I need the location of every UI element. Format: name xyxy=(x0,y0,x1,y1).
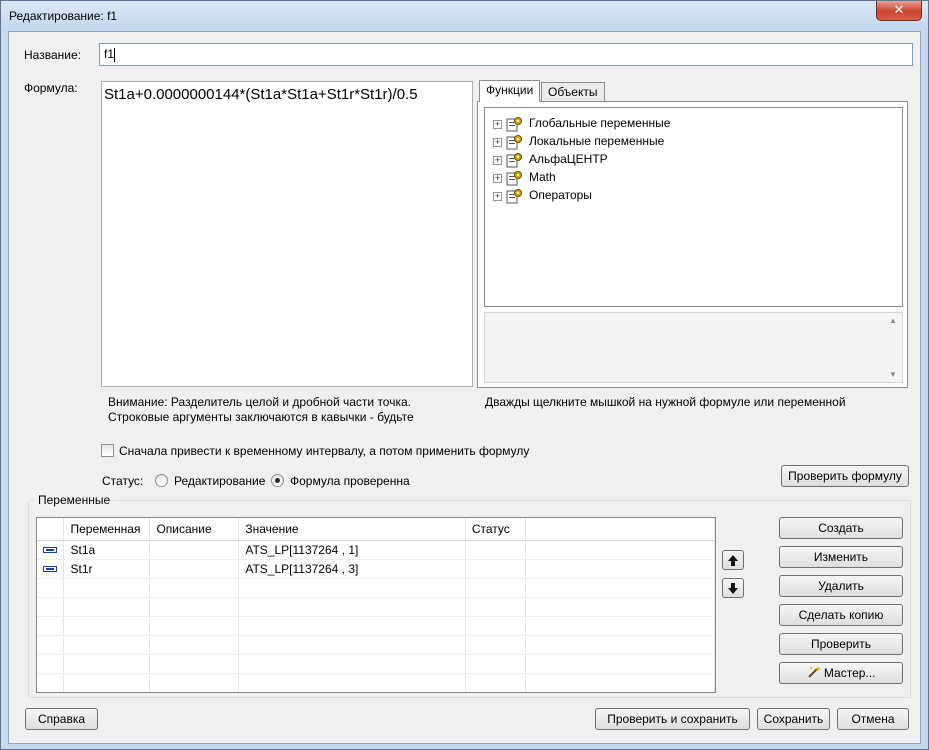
function-folder-icon xyxy=(506,117,522,132)
functions-tree[interactable]: + Глобальные переменные + Локальные пере… xyxy=(484,107,903,307)
function-folder-icon xyxy=(506,153,522,168)
strings-note: Строковые аргументы заключаются в кавычк… xyxy=(108,410,414,424)
column-header-icon[interactable] xyxy=(37,518,65,541)
empty-row xyxy=(37,578,715,598)
save-button[interactable]: Сохранить xyxy=(757,708,830,730)
table-row[interactable]: St1r ATS_LP[1137264 , 3] xyxy=(37,559,715,579)
wizard-button[interactable]: Мастер... xyxy=(779,662,903,684)
cancel-button[interactable]: Отмена xyxy=(837,708,909,730)
variables-table[interactable]: Переменная Описание Значение Статус St1a… xyxy=(36,517,716,693)
description-scrollbar[interactable]: ▲ ▼ xyxy=(885,313,902,382)
function-folder-icon xyxy=(506,135,522,150)
variables-group-label: Переменные xyxy=(35,493,114,507)
column-header-value[interactable]: Значение xyxy=(238,518,466,541)
name-input[interactable]: f1 xyxy=(99,43,913,66)
empty-row xyxy=(37,597,715,617)
variable-icon xyxy=(43,565,57,572)
variable-value-cell: ATS_LP[1137264 , 3] xyxy=(238,559,466,579)
empty-row xyxy=(37,654,715,674)
magic-wand-icon xyxy=(807,666,821,678)
check-and-save-button[interactable]: Проверить и сохранить xyxy=(595,708,750,730)
name-label: Название: xyxy=(24,48,81,62)
arrow-down-icon xyxy=(728,583,738,594)
function-folder-icon xyxy=(506,189,522,204)
variable-status-cell xyxy=(465,559,526,579)
expand-icon[interactable]: + xyxy=(493,138,502,147)
move-up-button[interactable] xyxy=(722,550,744,570)
close-button[interactable]: ✕ xyxy=(876,1,922,21)
dialog-client-area: Название: f1 Формула: St1a+0.0000000144*… xyxy=(8,31,921,744)
formula-editor[interactable]: St1a+0.0000000144*(St1a*St1a+St1r*St1r)/… xyxy=(101,81,473,387)
empty-row xyxy=(37,673,715,692)
move-down-button[interactable] xyxy=(722,578,744,598)
scroll-down-icon[interactable]: ▼ xyxy=(889,370,897,379)
status-checked-radio[interactable] xyxy=(271,474,284,487)
wizard-button-label: Мастер... xyxy=(823,666,876,680)
help-button[interactable]: Справка xyxy=(25,708,98,730)
copy-button[interactable]: Сделать копию xyxy=(779,604,903,626)
arrow-up-icon xyxy=(728,555,738,566)
empty-row xyxy=(37,635,715,655)
window-title: Редактирование: f1 xyxy=(9,9,118,23)
hint-note: Дважды щелкните мышкой на нужной формуле… xyxy=(485,395,846,409)
interval-checkbox-label: Сначала привести к временному интервалу,… xyxy=(119,444,530,458)
check-formula-button[interactable]: Проверить формулу xyxy=(781,465,909,487)
variable-icon xyxy=(43,546,57,553)
column-header-variable[interactable]: Переменная xyxy=(63,518,151,541)
tree-item-label: Локальные переменные xyxy=(529,134,665,148)
create-button[interactable]: Создать xyxy=(779,517,903,539)
delete-button[interactable]: Удалить xyxy=(779,575,903,597)
table-header-row: Переменная Описание Значение Статус xyxy=(37,518,715,541)
tab-objects[interactable]: Объекты xyxy=(541,82,605,103)
expand-icon[interactable]: + xyxy=(493,120,502,129)
title-bar[interactable]: Редактирование: f1 ✕ xyxy=(1,1,928,31)
variable-name-cell: St1a xyxy=(63,540,151,560)
tree-item-label: Глобальные переменные xyxy=(529,116,671,130)
interval-checkbox[interactable] xyxy=(101,444,114,457)
function-folder-icon xyxy=(506,171,522,186)
table-row[interactable]: St1a ATS_LP[1137264 , 1] xyxy=(37,540,715,560)
formula-text: St1a+0.0000000144*(St1a*St1a+St1r*St1r)/… xyxy=(104,86,418,103)
scroll-up-icon[interactable]: ▲ xyxy=(889,316,897,325)
expand-icon[interactable]: + xyxy=(493,156,502,165)
status-editing-label: Редактирование xyxy=(174,474,266,488)
variable-status-cell xyxy=(465,540,526,560)
variable-name-cell: St1r xyxy=(63,559,151,579)
expand-icon[interactable]: + xyxy=(493,192,502,201)
tree-item-label: Операторы xyxy=(529,188,592,202)
tree-item-label: АльфаЦЕНТР xyxy=(529,152,608,166)
status-editing-radio[interactable] xyxy=(155,474,168,487)
tab-functions[interactable]: Функции xyxy=(479,80,541,102)
column-header-filler xyxy=(525,518,715,541)
formula-label: Формула: xyxy=(24,81,78,95)
variable-value-cell: ATS_LP[1137264 , 1] xyxy=(238,540,466,560)
check-button[interactable]: Проверить xyxy=(779,633,903,655)
edit-button[interactable]: Изменить xyxy=(779,546,903,568)
functions-tab-panel: + Глобальные переменные + Локальные пере… xyxy=(477,101,908,388)
status-checked-label: Формула проверенна xyxy=(290,474,410,488)
column-header-description[interactable]: Описание xyxy=(149,518,240,541)
variable-description-cell xyxy=(149,540,240,560)
dialog-window: Редактирование: f1 ✕ Название: f1 Формул… xyxy=(0,0,929,750)
empty-row xyxy=(37,616,715,636)
function-description-box: ▲ ▼ xyxy=(484,312,903,383)
name-input-value: f1 xyxy=(104,47,115,61)
separator-note: Внимание: Разделитель целой и дробной ча… xyxy=(108,395,411,409)
column-header-status[interactable]: Статус xyxy=(465,518,526,541)
tree-item-label: Math xyxy=(529,170,556,184)
variable-description-cell xyxy=(149,559,240,579)
status-label: Статус: xyxy=(102,474,144,488)
expand-icon[interactable]: + xyxy=(493,174,502,183)
